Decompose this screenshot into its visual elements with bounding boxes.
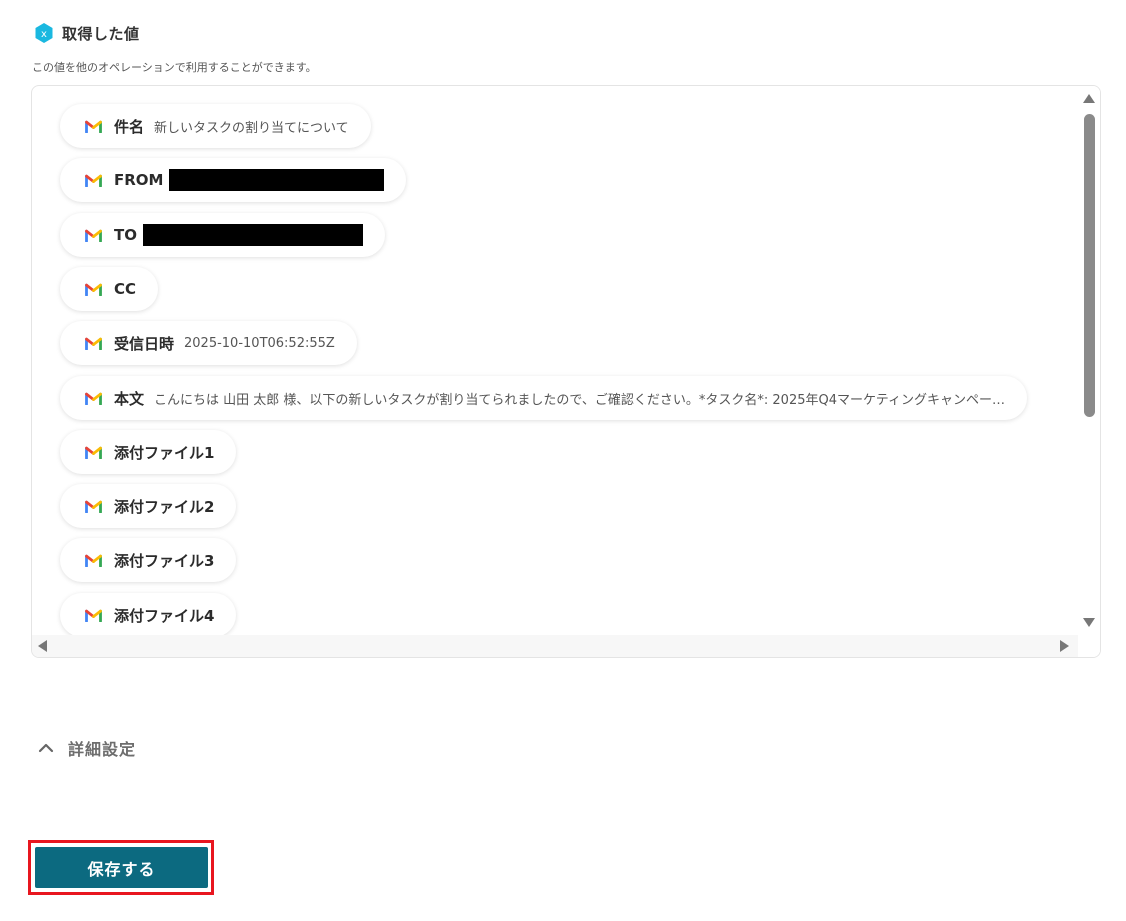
scrollbar-thumb[interactable] [1084,114,1095,417]
badge-letter: x [41,29,47,40]
output-value-label: FROM [114,171,164,189]
output-values-panel: 件名 新しいタスクの割り当てについて FROM TO CC 受信日時 2025-10-10T… [31,85,1101,658]
output-value-item[interactable]: 添付ファイル3 [60,538,237,582]
scroll-left-icon[interactable] [38,640,47,652]
output-value-item[interactable]: 添付ファイル4 [60,593,237,637]
gmail-icon [85,174,102,187]
output-value-item[interactable]: 件名 新しいタスクの割り当てについて [60,104,371,148]
gmail-icon [85,392,102,405]
scroll-up-icon[interactable] [1083,94,1095,103]
section-title: 取得した値 [62,24,140,43]
output-value-label: 添付ファイル2 [114,497,215,516]
vertical-scrollbar[interactable] [1078,86,1100,657]
output-value-label: 添付ファイル1 [114,443,215,462]
gmail-icon [85,283,102,296]
output-value-item[interactable]: 添付ファイル1 [60,430,237,474]
output-value-item[interactable]: TO [60,213,385,257]
output-value-item[interactable]: CC [60,267,159,311]
output-value-text: 2025-10-10T06:52:55Z [184,335,335,351]
output-value-text: こんにちは 山田 太郎 様、以下の新しいタスクが割り当てられましたので、ご確認く… [154,392,1005,408]
save-button[interactable]: 保存する [35,847,208,888]
output-value-label: TO [114,226,137,244]
output-value-item[interactable]: FROM [60,158,407,202]
advanced-settings-toggle[interactable]: 詳細設定 [38,736,136,760]
scroll-down-icon[interactable] [1083,618,1095,627]
section-header: x 取得した値 [34,22,140,44]
output-value-label: 添付ファイル3 [114,551,215,570]
gmail-icon [85,500,102,513]
gmail-icon [85,337,102,350]
advanced-settings-label: 詳細設定 [68,740,137,759]
gmail-icon [85,229,102,242]
redacted-value [169,169,385,191]
output-value-label: CC [114,280,137,298]
output-value-text: 新しいタスクの割り当てについて [154,120,349,136]
gmail-icon [85,120,102,133]
output-value-item[interactable]: 添付ファイル2 [60,484,237,528]
section-description: この値を他のオペレーションで利用することができます。 [32,61,317,74]
gmail-icon [85,446,102,459]
redacted-value [142,224,363,246]
output-value-label: 添付ファイル4 [114,606,215,625]
variable-x-icon: x [35,23,53,43]
scroll-right-icon[interactable] [1060,640,1069,652]
output-value-item[interactable]: 本文 こんにちは 山田 太郎 様、以下の新しいタスクが割り当てられましたので、ご確… [60,376,1027,420]
output-value-label: 件名 [114,117,145,136]
output-value-item[interactable]: 受信日時 2025-10-10T06:52:55Z [60,321,357,365]
output-value-label: 本文 [114,389,145,408]
output-value-label: 受信日時 [114,334,175,353]
gmail-icon [85,609,102,622]
gmail-icon [85,554,102,567]
chevron-up-icon [38,743,54,753]
horizontal-scrollbar[interactable] [32,635,1078,657]
